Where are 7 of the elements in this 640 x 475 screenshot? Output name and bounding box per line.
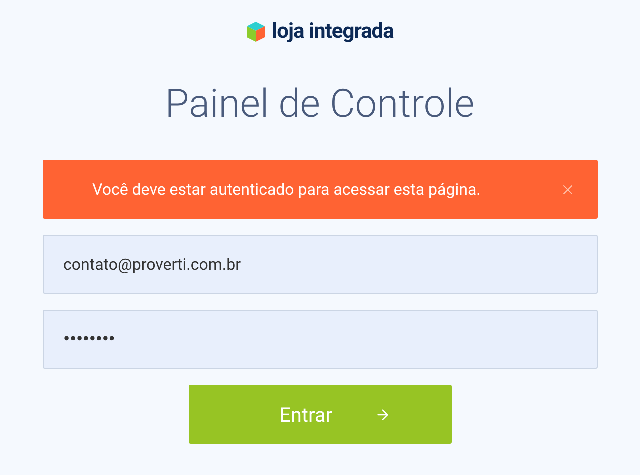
password-field[interactable]: •••••••• [42, 310, 598, 369]
email-field[interactable]: contato@proverti.com.br [42, 235, 598, 294]
alert-message: Você deve estar autenticado para acessar esta página. [92, 178, 482, 200]
cube-logo-icon [246, 21, 266, 43]
page-title: Painel de Controle [165, 80, 475, 128]
arrow-right-icon [374, 406, 390, 422]
logo-text: loja integrada [272, 22, 394, 42]
